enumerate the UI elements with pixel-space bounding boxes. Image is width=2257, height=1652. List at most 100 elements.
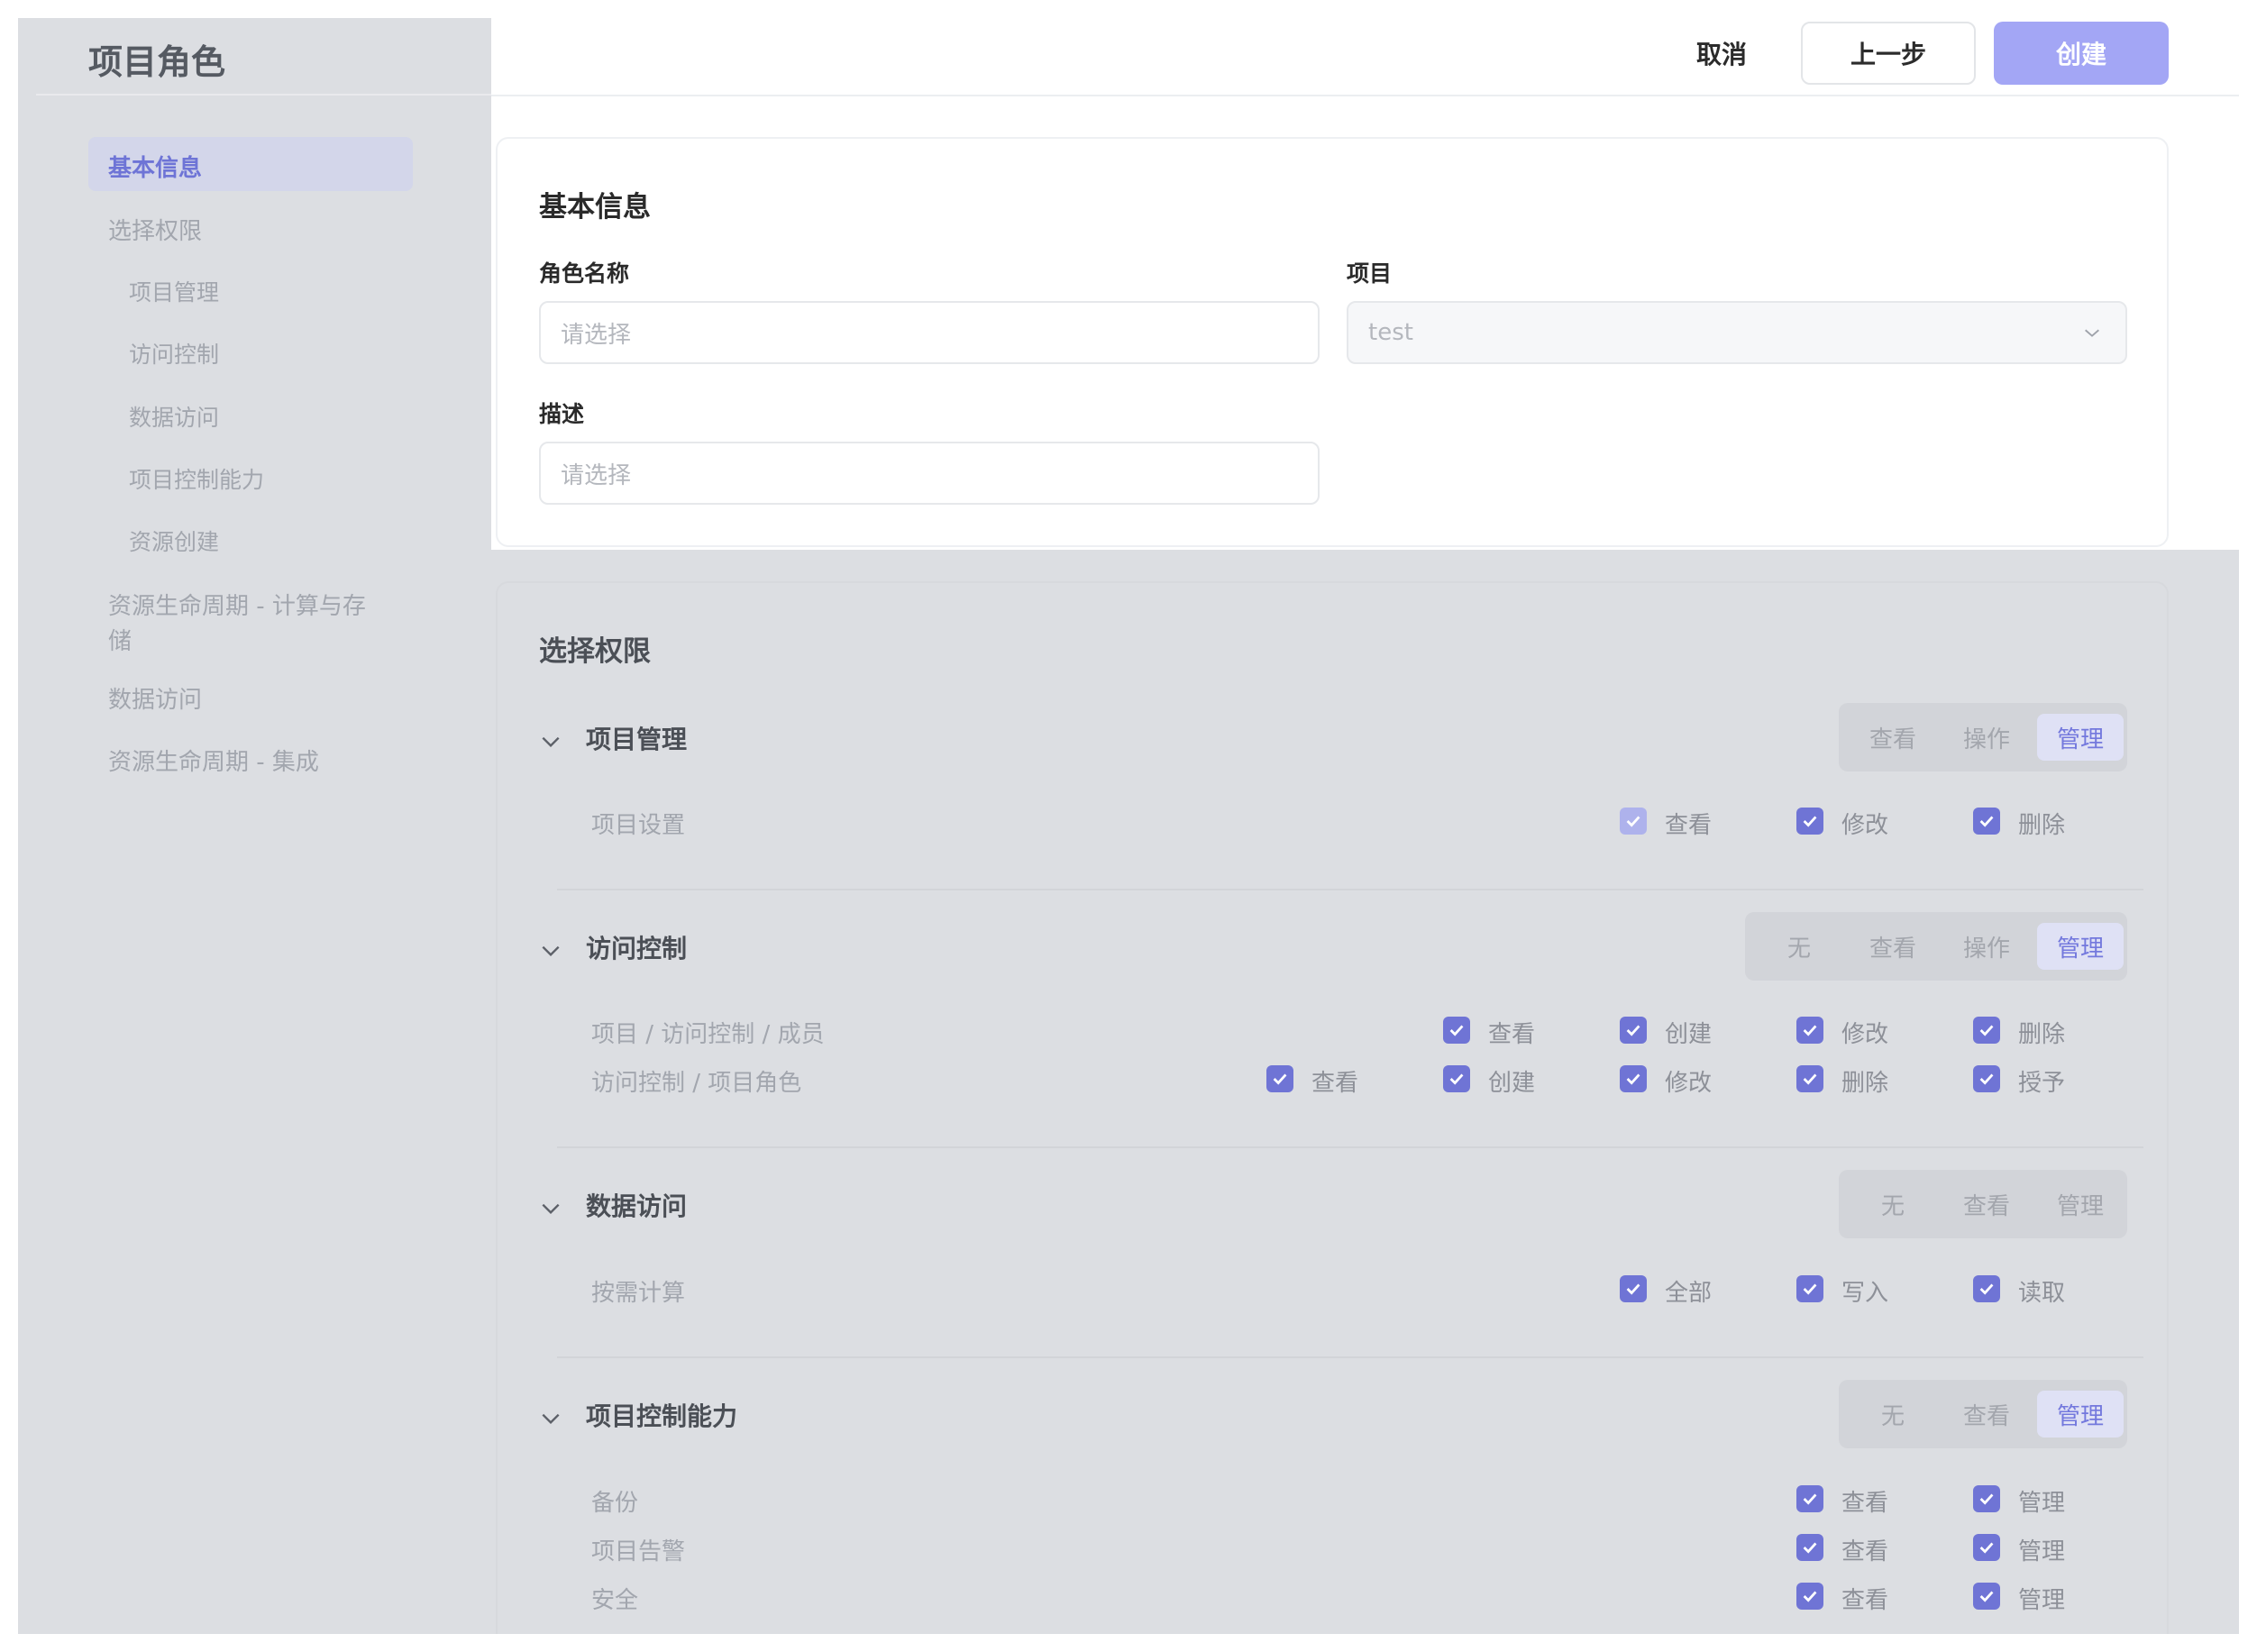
sidebar-item-access-control[interactable]: 访问控制: [129, 337, 219, 370]
level-option-none[interactable]: 无: [1850, 1391, 1936, 1438]
checkbox[interactable]: [1973, 1017, 2000, 1044]
check-icon: [1979, 1542, 1994, 1554]
project-select[interactable]: test: [1347, 301, 2127, 364]
permission-row-label: 项目 / 访问控制 / 成员: [591, 1021, 825, 1048]
level-option-operate[interactable]: 操作: [1943, 923, 2030, 970]
check-icon: [1449, 1025, 1464, 1036]
checkbox[interactable]: [1796, 1017, 1823, 1044]
permission-row-label: 项目告警: [591, 1538, 686, 1565]
permission-level-selector[interactable]: 查看 操作 管理: [1839, 703, 2127, 771]
topbar-divider: [491, 95, 2239, 96]
checkbox[interactable]: [1973, 808, 2000, 835]
sidebar-item-data-access-sub[interactable]: 数据访问: [129, 400, 219, 433]
checkbox[interactable]: [1796, 1583, 1823, 1610]
checkbox-label: 查看: [1841, 1538, 1889, 1565]
sidebar-item-data-access[interactable]: 数据访问: [108, 681, 202, 715]
sidebar-item-label-line1: 资源生命周期 - 计算与存: [108, 593, 366, 620]
checkbox-label: 读取: [2018, 1280, 2066, 1307]
level-option-view[interactable]: 查看: [1850, 714, 1936, 761]
checkbox[interactable]: [1620, 1065, 1647, 1092]
chevron-down-icon[interactable]: [539, 1407, 562, 1430]
sidebar-item-select-permissions[interactable]: 选择权限: [108, 213, 202, 246]
chevron-down-icon[interactable]: [539, 730, 562, 753]
check-icon: [1979, 1283, 1994, 1295]
chevron-down-icon[interactable]: [539, 1197, 562, 1220]
chevron-down-icon: [2085, 329, 2099, 337]
permission-level-selector[interactable]: 无 查看 管理: [1839, 1380, 2127, 1448]
check-icon: [1449, 1073, 1464, 1085]
checkbox[interactable]: [1620, 1017, 1647, 1044]
sidebar-item-basic-info[interactable]: 基本信息: [108, 150, 202, 183]
description-input[interactable]: 请选择: [539, 442, 1320, 505]
previous-step-button[interactable]: 上一步: [1801, 22, 1976, 85]
permission-level-selector[interactable]: 无 查看 操作 管理: [1745, 912, 2127, 981]
sidebar-item-lifecycle-compute[interactable]: 资源生命周期 - 计算与存 储: [108, 588, 366, 656]
check-icon: [1626, 1073, 1640, 1085]
checkbox[interactable]: [1796, 1534, 1823, 1561]
section-title-project-management: 项目管理: [586, 725, 688, 754]
checkbox-label: 创建: [1488, 1070, 1536, 1097]
checkbox[interactable]: [1973, 1534, 2000, 1561]
page-title: 项目角色: [88, 42, 226, 82]
checkbox[interactable]: [1973, 1275, 2000, 1302]
checkbox-label: 删除: [2018, 812, 2066, 839]
check-icon: [1803, 816, 1817, 827]
level-option-manage[interactable]: 管理: [2037, 1391, 2124, 1438]
sidebar-item-lifecycle-integration[interactable]: 资源生命周期 - 集成: [108, 744, 319, 777]
check-icon: [1626, 1025, 1640, 1036]
checkbox-label: 管理: [2018, 1587, 2066, 1614]
section-divider: [557, 1356, 2143, 1358]
section-title-data-access: 数据访问: [586, 1191, 688, 1221]
level-option-manage[interactable]: 管理: [2037, 714, 2124, 761]
sidebar: 项目角色 基本信息 选择权限 项目管理 访问控制 数据访问 项目控制能力 资源创…: [18, 18, 491, 1634]
permission-level-selector[interactable]: 无 查看 管理: [1839, 1170, 2127, 1238]
checkbox-label: 查看: [1841, 1587, 1889, 1614]
cancel-button[interactable]: 取消: [1658, 22, 1785, 85]
check-icon: [1979, 1591, 1994, 1602]
role-name-label: 角色名称: [539, 260, 630, 287]
checkbox[interactable]: [1973, 1485, 2000, 1512]
checkbox[interactable]: [1973, 1065, 2000, 1092]
checkbox-label: 查看: [1488, 1021, 1536, 1048]
checkbox-label: 创建: [1665, 1021, 1713, 1048]
checkbox[interactable]: [1796, 1485, 1823, 1512]
checkbox[interactable]: [1796, 808, 1823, 835]
checkbox-label: 全部: [1665, 1280, 1713, 1307]
role-name-input[interactable]: 请选择: [539, 301, 1320, 364]
chevron-down-icon[interactable]: [539, 939, 562, 963]
checkbox[interactable]: [1973, 1583, 2000, 1610]
checkbox-label: 授予: [2018, 1070, 2066, 1097]
sidebar-item-project-control[interactable]: 项目控制能力: [129, 462, 264, 495]
check-icon: [1626, 1283, 1640, 1295]
checkbox[interactable]: [1443, 1065, 1470, 1092]
level-option-view[interactable]: 查看: [1850, 923, 1936, 970]
basic-info-title: 基本信息: [539, 191, 651, 224]
checkbox-label: 修改: [1841, 812, 1889, 839]
level-option-view[interactable]: 查看: [1943, 1391, 2030, 1438]
sidebar-item-project-management[interactable]: 项目管理: [129, 275, 219, 307]
check-icon: [1803, 1073, 1817, 1085]
permission-row-label: 按需计算: [591, 1280, 686, 1307]
checkbox[interactable]: [1796, 1065, 1823, 1092]
checkbox-label: 修改: [1841, 1021, 1889, 1048]
permission-row-label: 项目设置: [591, 812, 686, 839]
checkbox-label: 查看: [1665, 812, 1713, 839]
checkbox[interactable]: [1266, 1065, 1293, 1092]
description-label: 描述: [539, 401, 585, 427]
level-option-manage[interactable]: 管理: [2037, 1181, 2124, 1228]
level-option-none[interactable]: 无: [1756, 923, 1842, 970]
checkbox[interactable]: [1796, 1275, 1823, 1302]
checkbox[interactable]: [1620, 808, 1647, 835]
level-option-manage[interactable]: 管理: [2037, 923, 2124, 970]
check-icon: [1803, 1542, 1817, 1554]
checkbox[interactable]: [1443, 1017, 1470, 1044]
section-divider: [557, 889, 2143, 890]
permission-row-label: 安全: [591, 1587, 639, 1614]
permissions-title: 选择权限: [539, 635, 651, 668]
level-option-view[interactable]: 查看: [1943, 1181, 2030, 1228]
create-button[interactable]: 创建: [1994, 22, 2169, 85]
level-option-none[interactable]: 无: [1850, 1181, 1936, 1228]
level-option-operate[interactable]: 操作: [1943, 714, 2030, 761]
checkbox[interactable]: [1620, 1275, 1647, 1302]
sidebar-item-resource-creation[interactable]: 资源创建: [129, 525, 219, 557]
